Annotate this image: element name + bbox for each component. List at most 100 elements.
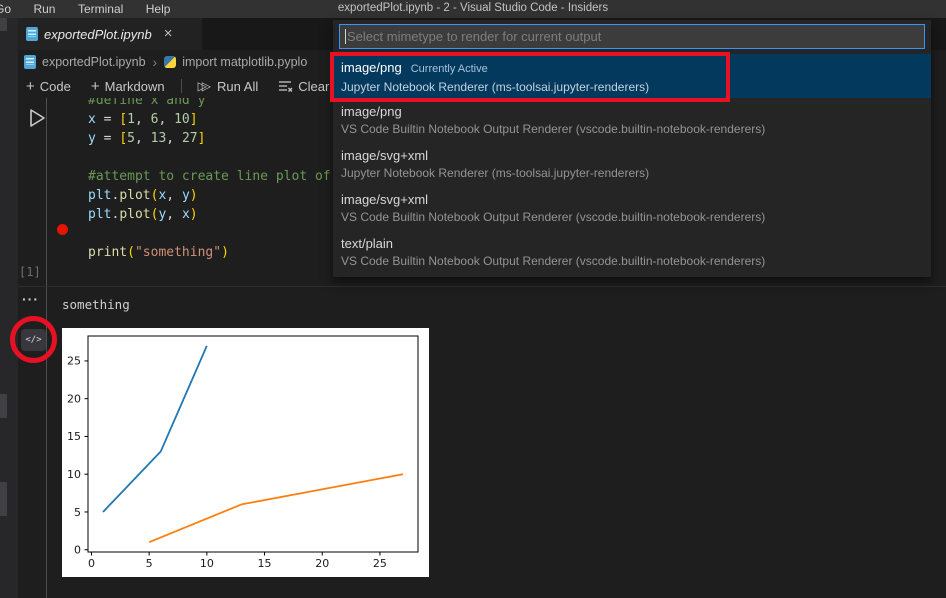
notebook-icon: [26, 27, 38, 41]
mimetype-option[interactable]: image/svg+xmlJupyter Notebook Renderer (…: [333, 142, 931, 186]
mimetype-option-list: image/png Currently Active Jupyter Noteboo…: [333, 54, 931, 274]
mimetype-search-input[interactable]: Select mimetype to render for current ou…: [339, 24, 925, 49]
add-markdown-label: Markdown: [105, 79, 165, 94]
code-token: ,: [135, 131, 151, 146]
play-icon: [27, 107, 47, 129]
breadcrumb-file[interactable]: exportedPlot.ipynb: [42, 55, 146, 69]
line-chart: 05101520250510152025: [62, 328, 429, 577]
run-all-label: Run All: [217, 79, 258, 94]
code-token: print: [88, 245, 127, 260]
code-token: 10: [174, 112, 190, 127]
text-caret: [345, 29, 346, 44]
code-token: ,: [135, 112, 151, 127]
change-presentation-button[interactable]: </>: [21, 329, 46, 351]
code-token: plot: [119, 188, 150, 203]
mimetype-option[interactable]: image/svg+xml VS Code Builtin Notebook Ou…: [333, 186, 931, 230]
option-renderer-detail: VS Code Builtin Notebook Output Renderer…: [341, 209, 931, 226]
close-icon[interactable]: ×: [164, 27, 173, 41]
plot-output: 05101520250510152025: [62, 328, 429, 577]
x-tick-label: 10: [200, 557, 214, 570]
code-token: plot: [119, 207, 150, 222]
code-token: plt: [88, 188, 111, 203]
rail-decoration: [0, 394, 7, 418]
python-icon: [164, 56, 176, 68]
run-cell-button[interactable]: [27, 107, 47, 129]
series-line: [103, 346, 207, 512]
input-placeholder: Select mimetype to render for current ou…: [347, 29, 601, 44]
code-token: ,: [166, 131, 182, 146]
option-mimetype: image/png: [341, 104, 402, 119]
option-renderer-detail: Jupyter Notebook Renderer (ms-toolsai.ju…: [341, 165, 931, 182]
code-token: [: [119, 112, 127, 127]
code-token: x: [88, 112, 96, 127]
option-renderer-detail: Jupyter Notebook Renderer (ms-toolsai.ju…: [341, 79, 931, 96]
code-token: #attempt to create line plot of: [88, 169, 331, 184]
run-all-button[interactable]: ▷▷ Run All: [190, 75, 267, 97]
code-token: ,: [158, 112, 174, 127]
option-renderer-detail: VS Code Builtin Notebook Output Renderer…: [341, 121, 931, 138]
x-tick-label: 0: [88, 557, 95, 570]
stdout-text: something: [62, 297, 130, 312]
chevron-right-icon: ›: [153, 54, 158, 70]
y-tick-label: 20: [67, 392, 81, 405]
y-tick-label: 0: [74, 544, 81, 557]
rail-decoration: [0, 18, 7, 31]
tab-exportedplot[interactable]: exportedPlot.ipynb ×: [18, 18, 202, 50]
option-mimetype: image/png: [341, 60, 402, 75]
window-title: exportedPlot.ipynb - 2 - Visual Studio C…: [0, 0, 946, 17]
mimetype-option[interactable]: image/png Currently Active Jupyter Noteboo…: [333, 54, 931, 98]
mimetype-option[interactable]: image/png VS Code Builtin Notebook Output…: [333, 98, 931, 142]
plus-icon: +: [26, 78, 35, 95]
code-token: 13: [151, 131, 167, 146]
option-renderer-detail: VS Code Builtin Notebook Output Renderer…: [341, 253, 931, 270]
y-tick-label: 10: [67, 468, 81, 481]
plus-icon: +: [91, 78, 100, 95]
x-tick-label: 20: [315, 557, 329, 570]
series-line: [149, 474, 403, 542]
code-token: y: [88, 131, 96, 146]
run-all-icon: ▷▷: [198, 79, 212, 93]
cell-focus-border: [46, 98, 47, 598]
code-token: 1: [127, 112, 135, 127]
code-token: ]: [190, 112, 198, 127]
code-token: ): [221, 245, 229, 260]
currently-active-badge: Currently Active: [411, 63, 488, 75]
cell-divider: [18, 286, 946, 287]
rail-decoration: [0, 482, 7, 516]
mimetype-option[interactable]: text/plain VS Code Builtin Notebook Outpu…: [333, 230, 931, 274]
y-tick-label: 5: [74, 506, 81, 519]
code-token: ,: [166, 207, 182, 222]
title-bar: Go Run Terminal Help exportedPlot.ipynb …: [0, 0, 946, 18]
y-tick-label: 25: [67, 355, 81, 368]
code-token: ,: [166, 188, 182, 203]
option-mimetype: text/plain: [341, 236, 393, 251]
code-token: 27: [182, 131, 198, 146]
x-tick-label: 5: [146, 557, 153, 570]
code-token: =: [96, 112, 119, 127]
add-code-button[interactable]: + Code: [18, 75, 79, 97]
x-tick-label: 25: [373, 557, 387, 570]
code-token: x: [182, 207, 190, 222]
toolbar-divider: [181, 79, 182, 93]
execution-count: [1]: [19, 265, 41, 279]
code-token: ): [190, 188, 198, 203]
code-token: 5: [127, 131, 135, 146]
left-rail: [0, 18, 18, 598]
code-token: "something": [135, 245, 221, 260]
code-token: (: [127, 245, 135, 260]
code-token: ]: [198, 131, 206, 146]
breakpoint-icon[interactable]: [57, 224, 68, 235]
output-more-actions[interactable]: ···: [22, 291, 39, 307]
breadcrumb-symbol[interactable]: import matplotlib.pyplo: [182, 55, 307, 69]
add-markdown-button[interactable]: + Markdown: [83, 75, 173, 97]
code-token: y: [182, 188, 190, 203]
mimetype-quick-input: Select mimetype to render for current ou…: [333, 20, 931, 277]
tab-label: exportedPlot.ipynb: [44, 27, 152, 42]
code-tag-icon: </>: [25, 335, 41, 345]
code-token: plt: [88, 207, 111, 222]
option-mimetype: image/svg+xml: [341, 192, 428, 207]
code-token: ): [190, 207, 198, 222]
clear-all-icon: [278, 79, 293, 93]
notebook-icon: [24, 55, 36, 69]
code-token: [: [119, 131, 127, 146]
